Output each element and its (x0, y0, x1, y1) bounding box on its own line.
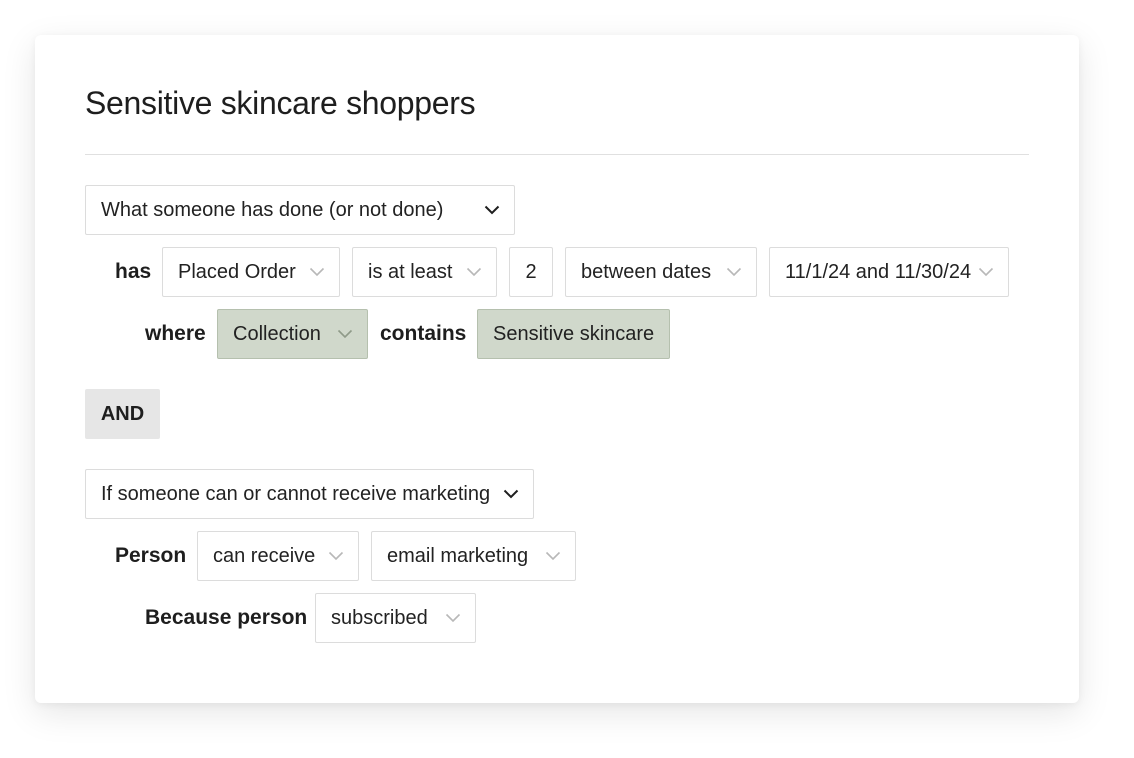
metric-select[interactable]: Placed Order (162, 247, 340, 297)
count-input-value: 2 (525, 260, 537, 283)
date-range-select-label: 11/1/24 and 11/30/24 (785, 260, 972, 283)
has-label: has (115, 260, 152, 283)
condition-type-select-1[interactable]: What someone has done (or not done) (85, 185, 515, 235)
contains-label: contains (380, 322, 467, 345)
operator-select[interactable]: is at least (352, 247, 497, 297)
date-range-select[interactable]: 11/1/24 and 11/30/24 (769, 247, 1009, 297)
where-label: where (145, 322, 206, 345)
chevron-down-icon (725, 265, 743, 279)
chevron-down-icon (308, 265, 326, 279)
ability-select-label: can receive (213, 544, 316, 567)
condition-type-select-2-label: If someone can or cannot receive marketi… (101, 482, 491, 505)
chevron-down-icon (977, 265, 995, 279)
chevron-down-icon (502, 487, 520, 501)
title-divider (85, 154, 1029, 155)
reason-select[interactable]: subscribed (315, 593, 476, 643)
chevron-down-icon (336, 327, 354, 341)
and-button[interactable]: AND (85, 389, 160, 439)
segment-definition-card: Sensitive skincare shoppers What someone… (35, 35, 1079, 703)
property-select[interactable]: Collection (217, 309, 368, 359)
timeframe-select[interactable]: between dates (565, 247, 757, 297)
reason-select-label: subscribed (331, 606, 428, 629)
because-person-label: Because person (145, 606, 308, 629)
chevron-down-icon (465, 265, 483, 279)
operator-select-label: is at least (368, 260, 453, 283)
segment-title: Sensitive skincare shoppers (85, 85, 476, 121)
chevron-down-icon (483, 203, 501, 217)
ability-select[interactable]: can receive (197, 531, 359, 581)
property-select-label: Collection (233, 322, 321, 345)
condition-type-select-1-label: What someone has done (or not done) (101, 198, 444, 221)
channel-select-label: email marketing (387, 544, 529, 567)
timeframe-select-label: between dates (581, 260, 712, 283)
chevron-down-icon (544, 549, 562, 563)
value-input-text: Sensitive skincare (493, 322, 655, 345)
metric-select-label: Placed Order (178, 260, 296, 283)
chevron-down-icon (327, 549, 345, 563)
value-input[interactable]: Sensitive skincare (477, 309, 670, 359)
count-input[interactable]: 2 (509, 247, 553, 297)
chevron-down-icon (444, 611, 462, 625)
person-label: Person (115, 544, 187, 567)
channel-select[interactable]: email marketing (371, 531, 576, 581)
condition-type-select-2[interactable]: If someone can or cannot receive marketi… (85, 469, 534, 519)
